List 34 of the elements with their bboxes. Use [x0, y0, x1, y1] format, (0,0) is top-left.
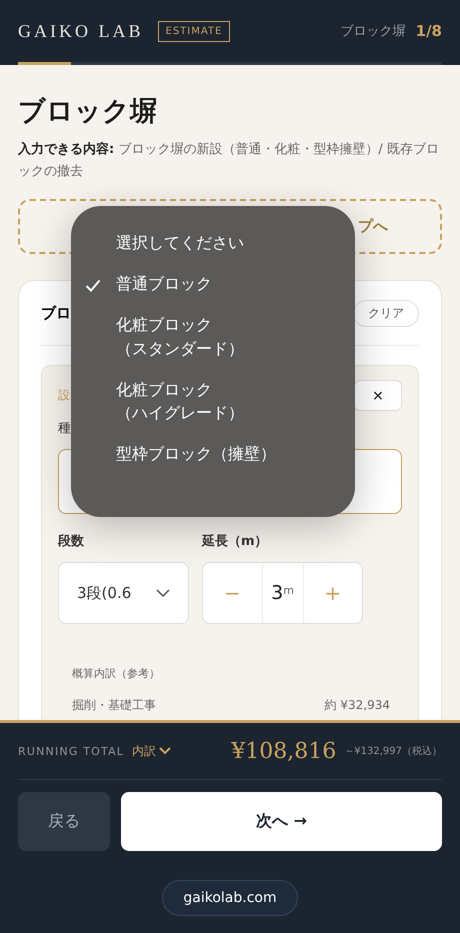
check-icon	[85, 278, 101, 292]
length-label: 延長（m）	[202, 533, 269, 550]
running-total-label: RUNNING TOTAL	[18, 744, 124, 758]
total-price: ¥108,816	[231, 738, 336, 764]
tiers-select[interactable]: 3段(0.6	[58, 562, 189, 624]
dropdown-option[interactable]: 化粧ブロック（スタンダード）	[71, 304, 355, 369]
dropdown-option[interactable]: 型枠ブロック（擁壁）	[71, 433, 355, 474]
breakdown-value: 約 ¥32,934	[324, 697, 390, 714]
unit-label: m	[283, 584, 294, 597]
back-button[interactable]: 戻る	[18, 792, 110, 851]
breakdown-title: 概算内訳（参考）	[72, 666, 161, 682]
step-label: ブロック塀	[340, 23, 406, 40]
price-range: ～¥132,997（税込）	[344, 744, 442, 758]
item-label: 設	[58, 387, 70, 404]
card-title: ブロ	[41, 304, 71, 323]
chevron-down-icon	[156, 589, 170, 598]
next-button[interactable]: 次へ →	[121, 792, 442, 851]
length-value: 3	[271, 582, 284, 604]
page-title: ブロック塀	[18, 95, 158, 129]
site-link[interactable]: gaikolab.com	[162, 880, 298, 916]
dropdown-option[interactable]: 化粧ブロック（ハイグレード）	[71, 368, 355, 434]
chevron-down-icon	[159, 747, 172, 755]
clear-button[interactable]: クリア	[353, 300, 419, 327]
dropdown-option[interactable]: 普通ブロック	[71, 263, 355, 304]
page-description: 入力できる内容: ブロック塀の新設（普通・化粧・型枠擁壁）/ 既存ブロックの撤去	[18, 140, 440, 182]
dropdown-option[interactable]: 選択してください	[71, 222, 355, 264]
tiers-label: 段数	[58, 533, 85, 550]
breakdown-label: 掘削・基礎工事	[72, 697, 156, 714]
type-label: 種	[58, 420, 72, 438]
logo: GAIKO LAB	[18, 20, 144, 42]
estimate-badge: ESTIMATE	[158, 20, 230, 42]
breakdown-toggle[interactable]: 内訳	[132, 742, 172, 760]
step-count: 1/8	[416, 22, 442, 40]
remove-button[interactable]: ×	[354, 380, 402, 412]
